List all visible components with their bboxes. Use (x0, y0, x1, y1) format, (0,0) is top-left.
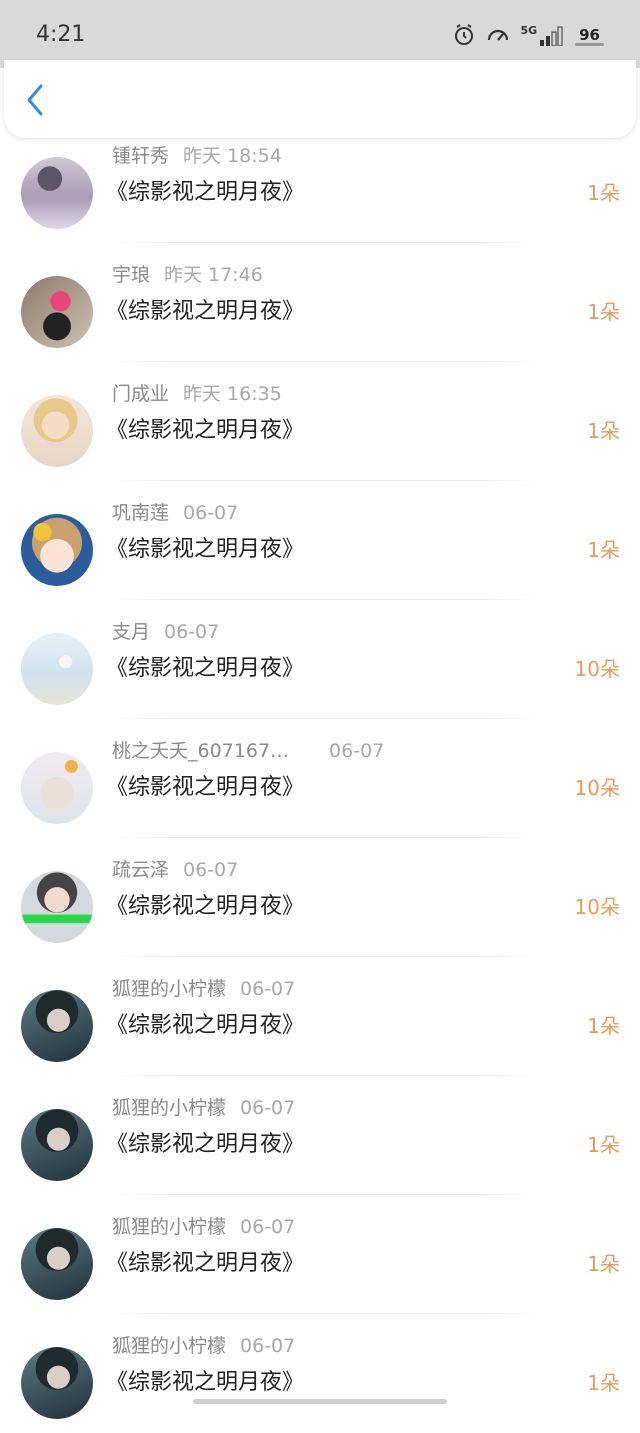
gift-amount: 10朵 (574, 776, 620, 800)
record-time: 06-07 (240, 1335, 296, 1357)
avatar (21, 990, 93, 1062)
back-button[interactable] (20, 84, 50, 120)
book-title[interactable]: 《综影视之明月夜》 (106, 1245, 304, 1277)
gift-amount: 1朵 (587, 1133, 620, 1157)
gift-amount: 10朵 (574, 657, 620, 681)
gift-amount: 1朵 (587, 1014, 620, 1038)
avatar (21, 395, 93, 467)
nav-bar (4, 60, 636, 138)
avatar (21, 1347, 93, 1419)
record-meta: 狐狸的小柠檬 06-07 (112, 1212, 295, 1239)
network-signal-icon: 5G (520, 24, 565, 46)
avatar (21, 1109, 93, 1181)
record-meta: 桃之夭夭_607167… 06-07 (112, 736, 384, 763)
list-item[interactable]: 狐狸的小柠檬 06-07 《综影视之明月夜》 1朵 (0, 1076, 640, 1195)
list-item[interactable]: 门成业 昨天 16:35 《综影视之明月夜》 1朵 (0, 362, 640, 481)
record-meta: 狐狸的小柠檬 06-07 (112, 974, 295, 1001)
record-meta: 狐狸的小柠檬 06-07 (112, 1093, 295, 1120)
book-title[interactable]: 《综影视之明月夜》 (106, 1007, 304, 1039)
list-item[interactable]: 宇琅 昨天 17:46 《综影视之明月夜》 1朵 (0, 243, 640, 362)
user-name: 锺轩秀 (112, 145, 170, 167)
network-type: 5G (520, 24, 538, 37)
avatar (21, 633, 93, 705)
record-meta: 宇琅 昨天 17:46 (112, 260, 263, 287)
record-meta: 巩南莲 06-07 (112, 498, 238, 525)
battery-indicator: 96 (575, 26, 604, 46)
record-meta: 锺轩秀 昨天 18:54 (112, 141, 282, 168)
user-name: 门成业 (112, 383, 170, 405)
list-item[interactable]: 狐狸的小柠檬 06-07 《综影视之明月夜》 1朵 (0, 1314, 640, 1433)
record-meta: 狐狸的小柠檬 06-07 (112, 1331, 295, 1358)
book-title[interactable]: 《综影视之明月夜》 (106, 174, 304, 206)
gift-amount: 1朵 (587, 1252, 620, 1276)
user-name: 狐狸的小柠檬 (112, 978, 227, 1000)
status-icons: 5G 96 (452, 20, 604, 50)
gift-amount: 1朵 (587, 538, 620, 562)
book-title[interactable]: 《综影视之明月夜》 (106, 1126, 304, 1158)
book-title[interactable]: 《综影视之明月夜》 (106, 650, 304, 682)
list-item[interactable]: 巩南莲 06-07 《综影视之明月夜》 1朵 (0, 481, 640, 600)
record-time: 06-07 (240, 978, 296, 1000)
book-title[interactable]: 《综影视之明月夜》 (106, 531, 304, 563)
list-item[interactable]: 桃之夭夭_607167… 06-07 《综影视之明月夜》 10朵 (0, 719, 640, 838)
speed-gauge-icon (486, 23, 510, 47)
list-item[interactable]: 支月 06-07 《综影视之明月夜》 10朵 (0, 600, 640, 719)
user-name: 巩南莲 (112, 502, 170, 524)
gift-amount: 1朵 (587, 300, 620, 324)
user-name: 狐狸的小柠檬 (112, 1216, 227, 1238)
user-name: 支月 (112, 621, 151, 643)
user-name: 桃之夭夭_607167… (112, 740, 290, 762)
list-item[interactable]: 狐狸的小柠檬 06-07 《综影视之明月夜》 1朵 (0, 957, 640, 1076)
record-time: 06-07 (164, 621, 220, 643)
chevron-left-icon (25, 83, 45, 121)
user-name: 宇琅 (112, 264, 151, 286)
user-name: 狐狸的小柠檬 (112, 1335, 227, 1357)
list-item[interactable]: 锺轩秀 昨天 18:54 《综影视之明月夜》 1朵 (0, 124, 640, 243)
home-indicator[interactable] (193, 1399, 447, 1404)
avatar (21, 1228, 93, 1300)
record-time: 昨天 16:35 (183, 383, 282, 405)
avatar (21, 276, 93, 348)
user-name: 狐狸的小柠檬 (112, 1097, 227, 1119)
gift-amount: 10朵 (574, 895, 620, 919)
list-item[interactable]: 狐狸的小柠檬 06-07 《综影视之明月夜》 1朵 (0, 1195, 640, 1314)
user-name: 疏云泽 (112, 859, 170, 881)
book-title[interactable]: 《综影视之明月夜》 (106, 888, 304, 920)
gift-amount: 1朵 (587, 419, 620, 443)
record-time: 昨天 18:54 (183, 145, 282, 167)
book-title[interactable]: 《综影视之明月夜》 (106, 412, 304, 444)
status-bar: 4:21 5G 96 (0, 0, 640, 68)
record-time: 06-07 (183, 502, 239, 524)
book-title[interactable]: 《综影视之明月夜》 (106, 769, 304, 801)
gift-amount: 1朵 (587, 1371, 620, 1395)
status-time: 4:21 (36, 22, 86, 47)
record-time: 06-07 (183, 859, 239, 881)
avatar (21, 871, 93, 943)
book-title[interactable]: 《综影视之明月夜》 (106, 293, 304, 325)
record-meta: 门成业 昨天 16:35 (112, 379, 282, 406)
record-time: 昨天 17:46 (164, 264, 263, 286)
gift-amount: 1朵 (587, 181, 620, 205)
record-meta: 支月 06-07 (112, 617, 219, 644)
record-meta: 疏云泽 06-07 (112, 855, 238, 882)
avatar (21, 752, 93, 824)
book-title[interactable]: 《综影视之明月夜》 (106, 1364, 304, 1396)
list-item[interactable]: 疏云泽 06-07 《综影视之明月夜》 10朵 (0, 838, 640, 957)
avatar (21, 514, 93, 586)
alarm-icon (452, 23, 476, 47)
avatar (21, 157, 93, 229)
record-time: 06-07 (240, 1097, 296, 1119)
record-time: 06-07 (329, 740, 385, 762)
record-time: 06-07 (240, 1216, 296, 1238)
